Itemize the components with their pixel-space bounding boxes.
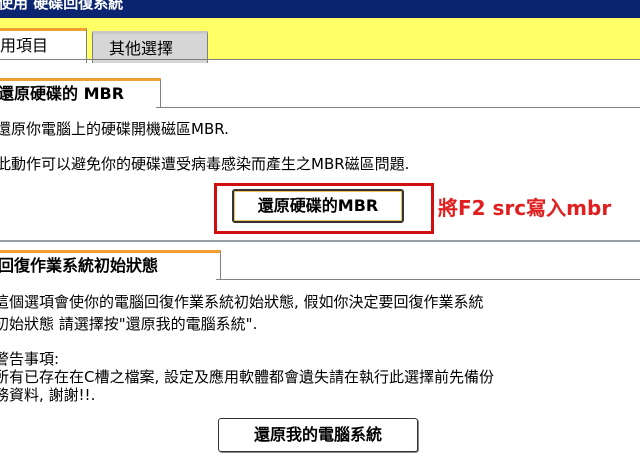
mbr-description-line2: 此動作可以避免你的硬碟遭受病毒感染而產生之MBR磁區問題. — [0, 155, 410, 173]
mbr-description-line1: 還原你電腦上的硬碟開機磁區MBR. — [0, 120, 229, 138]
tab-bar-divider — [0, 59, 640, 60]
warning-line1: 所有已存在在C槽之檔案, 設定及應用軟體都會遺失請在執行此選擇前先備份 — [0, 368, 495, 386]
annotation-label: 將F2 src寫入mbr — [438, 196, 612, 220]
window-title-bar: 使用 硬碟回復系統 — [0, 0, 640, 18]
tab-other-options-label: 其他選擇 — [109, 39, 174, 58]
tab-bar: 用項目 其他選擇 — [0, 18, 640, 63]
warning-line2: 務資料, 謝謝!!. — [0, 386, 96, 404]
os-section-header: 回復作業系統初始狀態 — [0, 250, 221, 279]
mbr-section-line — [156, 107, 640, 108]
section-separator — [0, 240, 640, 242]
restore-mbr-highlight-box — [214, 183, 434, 234]
mbr-section-header: 還原硬碟的 MBR — [0, 78, 161, 107]
os-description-line2: 初始狀態 請選擇按"還原我的電腦系統". — [0, 315, 258, 333]
tab-main-items[interactable]: 用項目 — [0, 28, 87, 63]
os-description-line1: 這個選項會使你的電腦回復作業系統初始狀態, 假如你決定要回復作業系統 — [0, 293, 484, 311]
os-section-line — [216, 279, 640, 280]
window-title: 使用 硬碟回復系統 — [0, 0, 124, 12]
warning-title: 警告事項: — [0, 350, 60, 368]
tab-main-items-label: 用項目 — [0, 36, 49, 55]
restore-system-button[interactable]: 還原我的電腦系統 — [218, 418, 418, 452]
